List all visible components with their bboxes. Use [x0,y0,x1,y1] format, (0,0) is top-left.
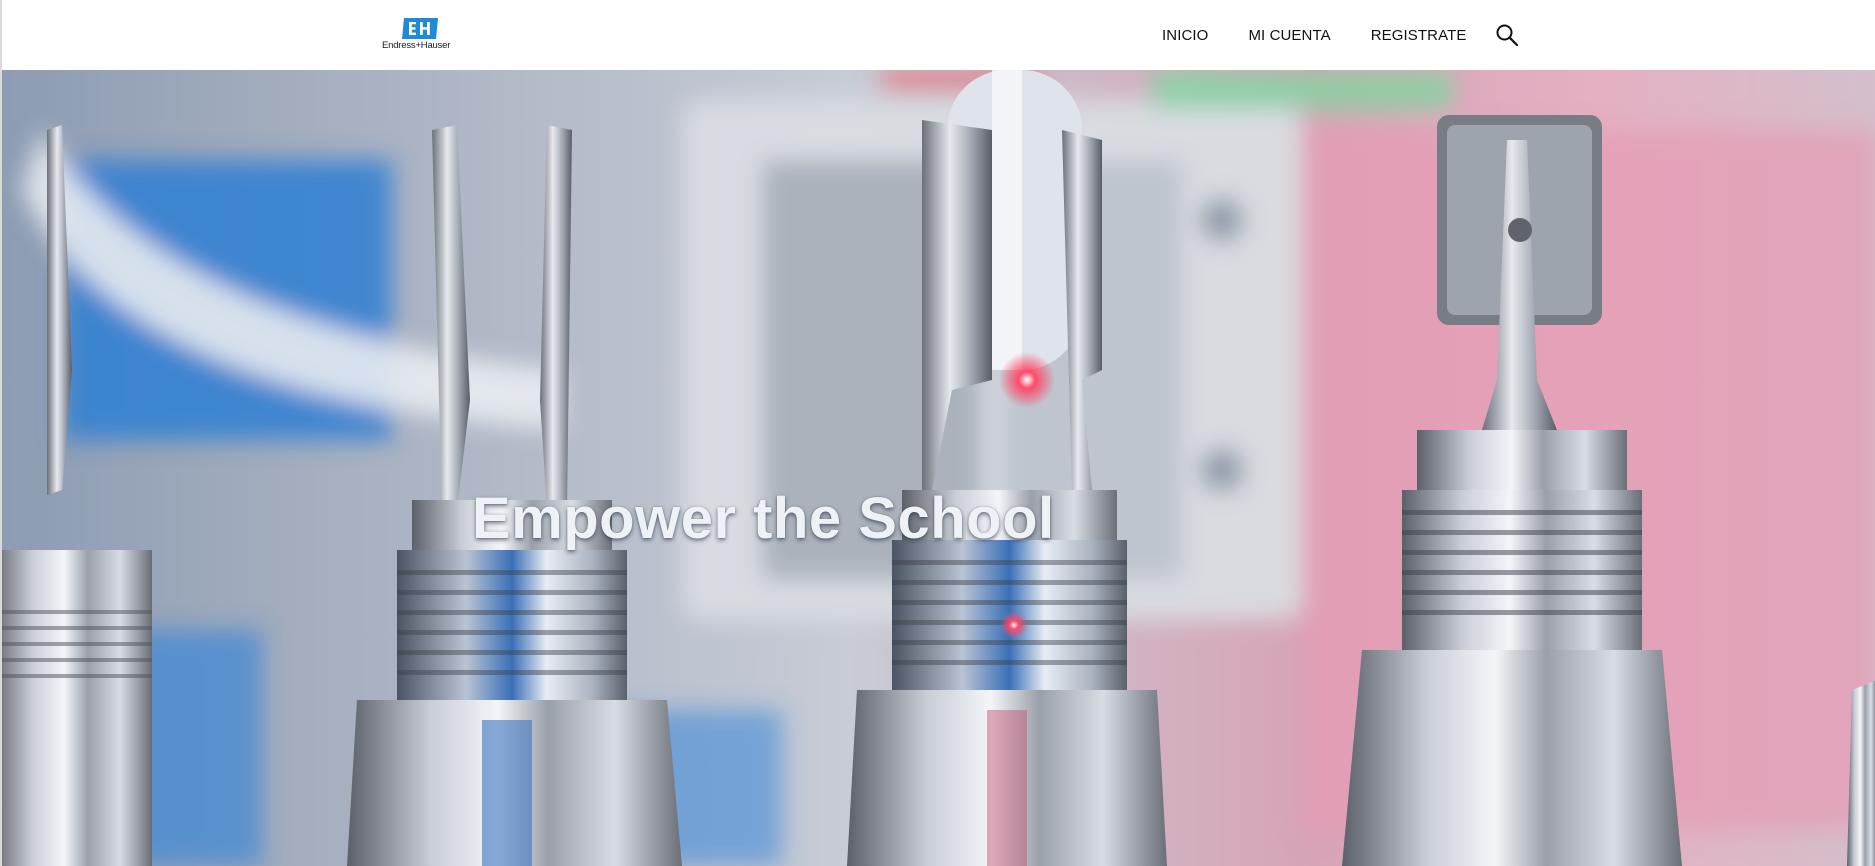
nav-item-registrate[interactable]: REGISTRATE [1371,27,1467,44]
brand-logo[interactable]: Endress+Hauser [382,18,454,52]
logo-wordmark: Endress+Hauser [382,40,451,51]
search-button[interactable] [1494,22,1520,48]
page: Endress+Hauser INICIO MI CUENTA REGISTRA… [0,0,1875,866]
main-nav: INICIO MI CUENTA REGISTRATE [1162,0,1520,70]
hero-background-image [2,70,1875,866]
nav-item-mi-cuenta[interactable]: MI CUENTA [1248,27,1330,44]
nav-item-inicio[interactable]: INICIO [1162,27,1208,44]
endress-hauser-logo-icon [402,18,438,39]
hero-banner: Empower the School [2,70,1875,866]
site-header: Endress+Hauser INICIO MI CUENTA REGISTRA… [2,0,1875,70]
search-icon [1496,24,1519,47]
hero-title: Empower the School [472,486,1055,551]
